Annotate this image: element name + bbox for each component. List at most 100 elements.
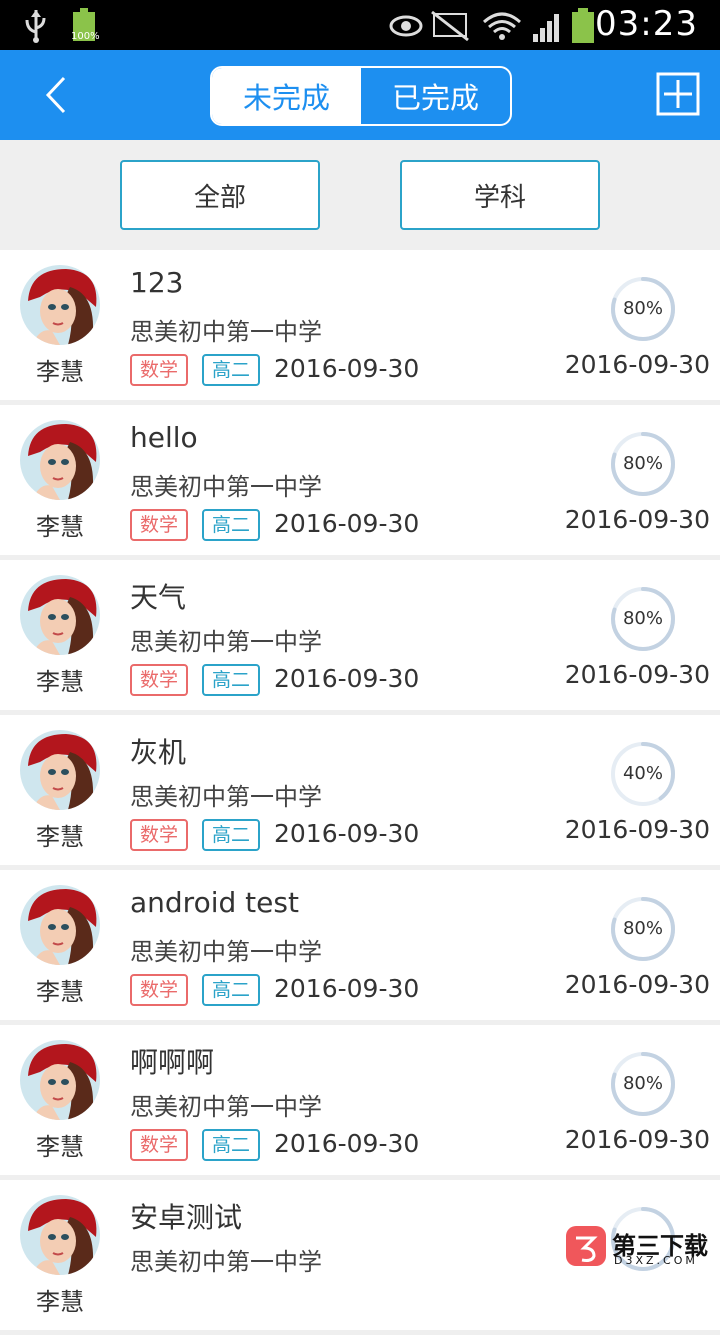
avatar-image (20, 1040, 100, 1120)
avatar-image (20, 730, 100, 810)
user-name: 李慧 (36, 668, 84, 696)
task-row[interactable]: 李慧 android test 思美初中第一中学 数学 高二 2016-09-3… (0, 870, 720, 1020)
school-name: 思美初中第一中学 (130, 938, 322, 966)
task-row[interactable]: 李慧 hello 思美初中第一中学 数学 高二 2016-09-30 80% 2… (0, 405, 720, 555)
task-title: 啊啊啊 (130, 1046, 215, 1079)
task-row[interactable]: 李慧 天气 思美初中第一中学 数学 高二 2016-09-30 80% 2016… (0, 560, 720, 710)
avatar-image (20, 575, 100, 655)
school-name: 思美初中第一中学 (130, 628, 322, 656)
school-name: 思美初中第一中学 (130, 473, 322, 501)
school-name: 思美初中第一中学 (130, 783, 322, 811)
user-name: 李慧 (36, 1288, 84, 1316)
subject-badge: 数学 (130, 354, 189, 386)
task-title: hello (130, 421, 198, 454)
due-date: 2016-09-30 (564, 660, 710, 689)
task-date: 2016-09-30 (274, 974, 420, 1003)
due-date: 2016-09-30 (564, 350, 710, 379)
avatar-image (20, 265, 100, 345)
progress-label: 80% (622, 298, 663, 319)
due-date: 2016-09-30 (564, 1125, 710, 1154)
subject-badge: 数学 (130, 509, 189, 541)
user-name: 李慧 (36, 513, 84, 541)
task-date: 2016-09-30 (274, 354, 420, 383)
progress-label: 80% (622, 918, 663, 939)
clock: 03:23 (595, 4, 698, 44)
eye-icon (389, 15, 423, 37)
watermark-logo-icon (566, 1226, 606, 1266)
status-tab-group: 未完成 已完成 (210, 66, 512, 126)
task-date: 2016-09-30 (274, 664, 420, 693)
grade-badge: 高二 (202, 354, 261, 386)
back-icon[interactable] (34, 72, 80, 118)
avatar (20, 885, 100, 965)
task-title: 灰机 (130, 736, 187, 769)
task-row[interactable]: 李慧 啊啊啊 思美初中第一中学 数学 高二 2016-09-30 80% 201… (0, 1025, 720, 1175)
progress-label: 80% (622, 453, 663, 474)
user-name: 李慧 (36, 823, 84, 851)
filter-all-button[interactable]: 全部 (120, 160, 320, 230)
filter-bar: 全部 学科 (0, 140, 720, 250)
progress-ring: 80% (610, 431, 676, 497)
task-date: 2016-09-30 (274, 509, 420, 538)
grade-badge: 高二 (202, 819, 261, 851)
avatar-image (20, 885, 100, 965)
filter-subject-button[interactable]: 学科 (400, 160, 600, 230)
user-name: 李慧 (36, 1133, 84, 1161)
avatar (20, 730, 100, 810)
school-name: 思美初中第一中学 (130, 1093, 322, 1121)
avatar (20, 575, 100, 655)
grade-badge: 高二 (202, 1129, 261, 1161)
avatar-image (20, 420, 100, 500)
progress-ring: 80% (610, 586, 676, 652)
watermark: 第三下载 D3XZ.COM (562, 1224, 712, 1272)
school-name: 思美初中第一中学 (130, 1248, 322, 1276)
subject-badge: 数学 (130, 1129, 189, 1161)
subject-badge: 数学 (130, 974, 189, 1006)
task-date: 2016-09-30 (274, 819, 420, 848)
school-name: 思美初中第一中学 (130, 318, 322, 346)
status-icons (389, 8, 594, 43)
subject-badge: 数学 (130, 819, 189, 851)
due-date: 2016-09-30 (564, 815, 710, 844)
progress-label: 40% (622, 763, 663, 784)
mute-icon (431, 10, 469, 42)
battery-icon (572, 8, 594, 43)
due-date: 2016-09-30 (564, 970, 710, 999)
status-bar: 100% 03:23 (0, 0, 720, 50)
task-row[interactable]: 李慧 123 思美初中第一中学 数学 高二 2016-09-30 80% 201… (0, 250, 720, 400)
progress-label: 80% (622, 1073, 663, 1094)
avatar (20, 1195, 100, 1275)
add-icon[interactable] (656, 72, 700, 116)
avatar (20, 1040, 100, 1120)
usb-icon (25, 10, 46, 43)
user-name: 李慧 (36, 358, 84, 386)
app-header: 未完成 已完成 (0, 50, 720, 140)
wifi-icon (483, 12, 521, 40)
avatar (20, 265, 100, 345)
progress-ring: 40% (610, 741, 676, 807)
task-title: 安卓测试 (130, 1201, 243, 1234)
grade-badge: 高二 (202, 509, 261, 541)
progress-ring: 80% (610, 1051, 676, 1117)
signal-icon (533, 14, 559, 42)
subject-badge: 数学 (130, 664, 189, 696)
task-title: android test (130, 886, 299, 919)
task-title: 天气 (130, 581, 187, 614)
tab-completed[interactable]: 已完成 (361, 68, 510, 124)
task-title: 123 (130, 266, 184, 299)
task-date: 2016-09-30 (274, 1129, 420, 1158)
task-row[interactable]: 李慧 灰机 思美初中第一中学 数学 高二 2016-09-30 40% 2016… (0, 715, 720, 865)
progress-ring: 80% (610, 276, 676, 342)
grade-badge: 高二 (202, 664, 261, 696)
tab-incomplete[interactable]: 未完成 (212, 68, 361, 124)
progress-ring: 80% (610, 896, 676, 962)
avatar (20, 420, 100, 500)
user-name: 李慧 (36, 978, 84, 1006)
grade-badge: 高二 (202, 974, 261, 1006)
due-date: 2016-09-30 (564, 505, 710, 534)
battery-percent-label: 100% (71, 31, 100, 42)
watermark-subtext: D3XZ.COM (614, 1254, 698, 1267)
task-list: 李慧 123 思美初中第一中学 数学 高二 2016-09-30 80% 201… (0, 250, 720, 1335)
progress-label: 80% (622, 608, 663, 629)
avatar-image (20, 1195, 100, 1275)
